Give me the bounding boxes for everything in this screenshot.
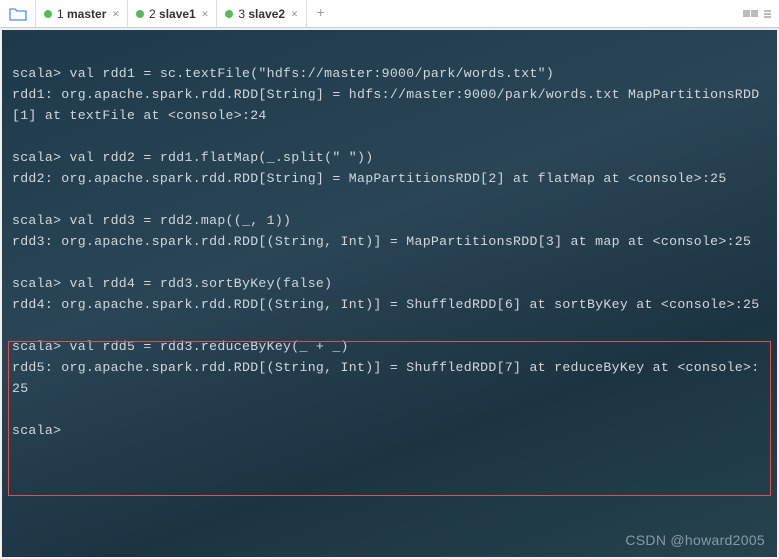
- console-line: rdd5: org.apache.spark.rdd.RDD[(String, …: [12, 357, 767, 399]
- close-icon[interactable]: ✕: [202, 7, 209, 21]
- tab-master[interactable]: 1 master ✕: [36, 0, 128, 27]
- console-line: scala> val rdd3 = rdd2.map((_, 1)): [12, 210, 767, 231]
- console-line: scala> val rdd5 = rdd3.reduceByKey(_ + _…: [12, 336, 767, 357]
- list-view-icon[interactable]: [764, 10, 771, 18]
- tab-label: 3 slave2: [238, 7, 285, 21]
- view-mode-icons[interactable]: [735, 0, 779, 27]
- grid-view-icon[interactable]: [743, 6, 758, 21]
- console-line: rdd1: org.apache.spark.rdd.RDD[String] =…: [12, 84, 767, 126]
- new-tab-button[interactable]: +: [307, 0, 335, 27]
- watermark-text: CSDN @howard2005: [625, 530, 765, 551]
- console-line: scala>: [12, 420, 767, 441]
- tab-label: 1 master: [57, 7, 106, 21]
- status-dot-icon: [44, 10, 52, 18]
- close-icon[interactable]: ✕: [112, 7, 119, 21]
- tab-slave1[interactable]: 2 slave1 ✕: [128, 0, 217, 27]
- tab-slave2[interactable]: 3 slave2 ✕: [217, 0, 306, 27]
- status-dot-icon: [136, 10, 144, 18]
- console-line: scala> val rdd2 = rdd1.flatMap(_.split("…: [12, 147, 767, 168]
- status-dot-icon: [225, 10, 233, 18]
- terminal-console[interactable]: scala> val rdd1 = sc.textFile("hdfs://ma…: [2, 30, 777, 557]
- console-line: rdd3: org.apache.spark.rdd.RDD[(String, …: [12, 231, 767, 252]
- console-line: scala> val rdd1 = sc.textFile("hdfs://ma…: [12, 63, 767, 84]
- console-line: rdd4: org.apache.spark.rdd.RDD[(String, …: [12, 294, 767, 315]
- close-icon[interactable]: ✕: [291, 7, 298, 21]
- tab-bar: 1 master ✕ 2 slave1 ✕ 3 slave2 ✕ +: [0, 0, 779, 28]
- console-line: scala> val rdd4 = rdd3.sortByKey(false): [12, 273, 767, 294]
- console-line: rdd2: org.apache.spark.rdd.RDD[String] =…: [12, 168, 767, 189]
- tab-label: 2 slave1: [149, 7, 196, 21]
- folder-icon[interactable]: [0, 0, 36, 27]
